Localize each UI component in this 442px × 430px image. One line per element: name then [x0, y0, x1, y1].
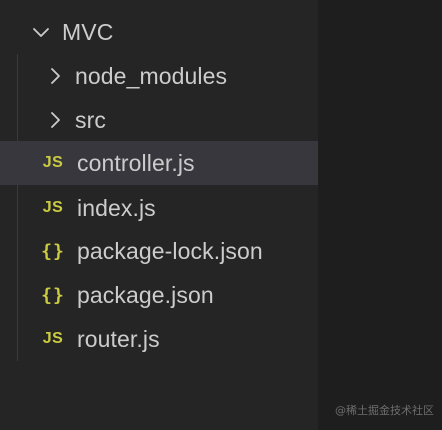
file-item-controller-js[interactable]: JS controller.js	[0, 141, 318, 185]
folder-label: node_modules	[75, 63, 228, 89]
folder-label: src	[75, 107, 106, 133]
file-item-package-lock-json[interactable]: {} package-lock.json	[0, 229, 318, 273]
chevron-down-icon[interactable]	[30, 21, 52, 43]
editor-window: MVC node_modules src JS controller.js JS…	[0, 0, 442, 430]
file-explorer: MVC node_modules src JS controller.js JS…	[0, 0, 318, 430]
json-file-icon: {}	[41, 240, 65, 262]
folder-root-mvc[interactable]: MVC	[0, 10, 318, 54]
file-item-package-json[interactable]: {} package.json	[0, 273, 318, 317]
chevron-right-icon[interactable]	[46, 109, 66, 131]
folder-item-src[interactable]: src	[0, 98, 318, 142]
json-file-icon: {}	[41, 284, 65, 306]
file-label: package-lock.json	[77, 238, 263, 264]
file-item-index-js[interactable]: JS index.js	[0, 186, 318, 230]
js-file-icon: JS	[42, 199, 64, 216]
file-label: controller.js	[77, 150, 195, 176]
watermark: @稀土掘金技术社区	[335, 404, 434, 417]
file-item-router-js[interactable]: JS router.js	[0, 317, 318, 361]
js-file-icon: JS	[42, 154, 64, 171]
file-label: index.js	[77, 195, 156, 221]
file-label: router.js	[77, 326, 160, 352]
folder-label: MVC	[62, 19, 114, 45]
js-file-icon: JS	[42, 330, 64, 347]
chevron-right-icon[interactable]	[46, 65, 66, 87]
file-label: package.json	[77, 282, 214, 308]
folder-item-node-modules[interactable]: node_modules	[0, 54, 318, 98]
